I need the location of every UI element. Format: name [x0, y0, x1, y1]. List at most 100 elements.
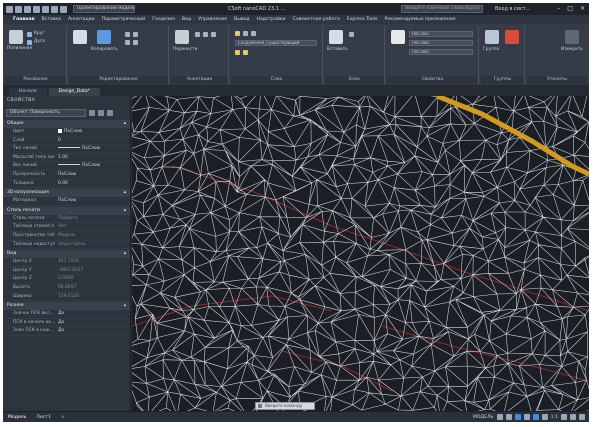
property-row[interactable]: Значок ПСК вкл... Да: [3, 310, 130, 319]
property-row[interactable]: Высота 98.8697: [3, 284, 130, 293]
color-dropdown[interactable]: ПоСлою: [409, 31, 473, 37]
property-section-header[interactable]: Общие ▴: [3, 120, 130, 128]
property-value[interactable]: ПоЦвету: [55, 215, 130, 223]
ribbon-tab-5[interactable]: Вид: [182, 17, 191, 22]
customize-icon[interactable]: [579, 414, 585, 420]
rotate-icon[interactable]: [125, 32, 130, 37]
ribbon-tab-3[interactable]: Параметрический: [102, 17, 146, 22]
cloud-icon[interactable]: [97, 30, 111, 44]
select-objects-icon[interactable]: [98, 109, 104, 116]
dimension-icon[interactable]: [203, 32, 208, 37]
property-section-header[interactable]: Вид ▴: [3, 250, 130, 259]
save-icon[interactable]: [24, 5, 31, 13]
ortho-icon[interactable]: [514, 414, 521, 420]
new-file-icon[interactable]: [6, 5, 13, 13]
property-value[interactable]: 0: [55, 137, 130, 145]
layer-off-icon[interactable]: [251, 31, 256, 36]
close-icon[interactable]: ×: [580, 5, 585, 12]
property-value[interactable]: -4803.8217: [55, 267, 130, 275]
ribbon-tab-4[interactable]: Геодезия: [152, 17, 175, 22]
measure-icon[interactable]: [565, 30, 579, 44]
property-row[interactable]: Таблица стилей п... Нет: [3, 223, 130, 232]
maximize-icon[interactable]: □: [567, 5, 573, 12]
property-value[interactable]: 0.00: [55, 180, 130, 188]
sign-in-button[interactable]: Вход в сист...: [495, 6, 530, 12]
workspace-selector[interactable]: Проектирование модели: [73, 5, 135, 13]
collapse-chevron-icon[interactable]: ▴: [124, 250, 126, 258]
property-row[interactable]: Масштаб типа лин...1.00: [3, 154, 130, 163]
model-space-label[interactable]: МОДЕЛЬ: [473, 415, 494, 420]
property-row[interactable]: Центр Z 0.0000: [3, 275, 130, 284]
property-value[interactable]: 0.0000: [55, 275, 130, 283]
print-icon[interactable]: [42, 5, 49, 13]
save-as-icon[interactable]: [33, 5, 40, 13]
property-value[interactable]: Да: [55, 310, 130, 318]
ribbon-tab-2[interactable]: Аннотации: [68, 17, 95, 22]
property-row[interactable]: Центр Y -4803.8217: [3, 267, 130, 276]
linetype-dropdown[interactable]: ПоСлою: [409, 49, 473, 55]
search-input[interactable]: Введите ключевое слово/фразу: [401, 5, 483, 13]
collapse-chevron-icon[interactable]: ▴: [124, 120, 126, 128]
layout-tab[interactable]: Модель: [3, 415, 31, 420]
property-section-header[interactable]: 3D-визуализация ▴: [3, 189, 130, 198]
fullscreen-icon[interactable]: [570, 414, 576, 420]
property-value[interactable]: ПоСлою: [55, 145, 130, 153]
property-value[interactable]: ПоСлою: [55, 128, 130, 136]
property-row[interactable]: Таблица недоступ...Недоступно: [3, 241, 130, 250]
collapse-chevron-icon[interactable]: ▴: [124, 302, 126, 310]
drawing-viewport[interactable]: [132, 96, 589, 411]
property-value[interactable]: 119.6520: [55, 293, 130, 301]
layer-freeze-icon[interactable]: [235, 50, 240, 55]
ribbon-tab-1[interactable]: Вставка: [42, 17, 61, 22]
grid-icon[interactable]: [496, 414, 503, 420]
redo-icon[interactable]: [60, 5, 67, 13]
ribbon-tab-10[interactable]: Express Tools: [347, 17, 378, 22]
property-row[interactable]: Вес линий ПоСлою: [3, 162, 130, 171]
copy-icon[interactable]: [73, 30, 87, 44]
arc-icon[interactable]: [27, 40, 32, 45]
property-value[interactable]: Модель: [55, 232, 130, 240]
leader-icon[interactable]: [211, 32, 216, 37]
osnap-icon[interactable]: [532, 414, 539, 420]
property-row[interactable]: Пространство таб... Модель: [3, 232, 130, 241]
scale-icon[interactable]: [125, 40, 130, 45]
line-icon[interactable]: [27, 32, 32, 37]
toggle-pickadd-icon[interactable]: [107, 109, 113, 116]
property-value[interactable]: 98.8697: [55, 284, 130, 292]
polar-icon[interactable]: [523, 414, 530, 420]
group-icon[interactable]: [485, 30, 499, 44]
snap-icon[interactable]: [505, 414, 512, 420]
quick-select-icon[interactable]: [89, 109, 95, 116]
property-row[interactable]: Материал ПоСлою: [3, 197, 130, 206]
open-file-icon[interactable]: [15, 5, 22, 13]
ribbon-tab-7[interactable]: Вывод: [234, 17, 249, 22]
document-tab[interactable]: Design_Data*: [48, 88, 100, 96]
trim-icon[interactable]: [133, 40, 138, 45]
create-block-icon[interactable]: [349, 32, 354, 37]
layer-dropdown[interactable]: Сооружения_Существующий: [235, 40, 317, 46]
property-value[interactable]: Да: [55, 327, 130, 335]
layer-lock-icon[interactable]: [243, 50, 248, 55]
property-row[interactable]: Знак ПСК в каж... Да: [3, 327, 130, 336]
lineweight-icon[interactable]: [541, 414, 548, 420]
property-value[interactable]: 1.00: [55, 154, 130, 162]
ribbon-tab-0[interactable]: Главная: [13, 17, 35, 22]
polyline-icon[interactable]: [9, 30, 23, 44]
property-value[interactable]: ПоСлою: [55, 171, 130, 179]
layout-tab[interactable]: Лист1: [31, 415, 56, 420]
layout-tab[interactable]: +: [56, 415, 70, 420]
collapse-chevron-icon[interactable]: ▴: [124, 189, 126, 197]
text-icon[interactable]: [195, 32, 200, 37]
property-value[interactable]: Да: [55, 319, 130, 327]
property-row[interactable]: Слой 0: [3, 137, 130, 146]
move-icon[interactable]: [175, 30, 189, 44]
property-row[interactable]: ПСК в начале ко... Да: [3, 319, 130, 328]
property-value[interactable]: Недоступно: [55, 241, 130, 249]
selection-dropdown[interactable]: Объект: Поверхность: [6, 108, 86, 117]
property-row[interactable]: Толщина 0.00: [3, 180, 130, 189]
ribbon-tab-8[interactable]: Надстройки: [257, 17, 286, 22]
arc-label[interactable]: Дуга: [34, 39, 45, 44]
lineweight-dropdown[interactable]: ПоСлою: [409, 40, 473, 46]
ribbon-tab-9[interactable]: Совместная работа: [293, 17, 340, 22]
property-row[interactable]: Прозрачность ПоСлою: [3, 171, 130, 180]
